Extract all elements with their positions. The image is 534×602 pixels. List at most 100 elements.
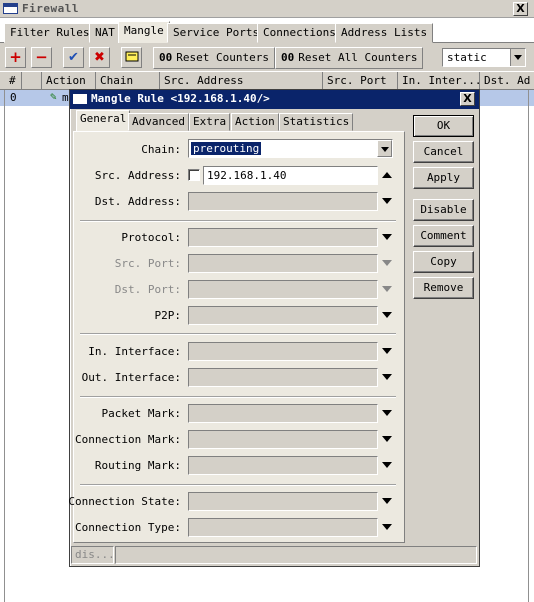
- tab-filter-rules[interactable]: Filter Rules: [4, 23, 96, 43]
- src-address-label: Src. Address:: [94, 169, 181, 182]
- status-text: dis...: [71, 546, 115, 564]
- dialog-status-bar: dis...: [71, 546, 478, 565]
- filter-select-value: static: [447, 51, 487, 64]
- connection-state-field[interactable]: [188, 492, 378, 511]
- tab-connections[interactable]: Connections: [257, 23, 342, 43]
- connection-type-field[interactable]: [188, 518, 378, 537]
- tab-action[interactable]: Action: [231, 113, 279, 131]
- protocol-label: Protocol:: [121, 231, 181, 244]
- reset-counters-button[interactable]: 00 Reset Counters: [153, 47, 275, 69]
- tab-statistics[interactable]: Statistics: [279, 113, 354, 131]
- dst-address-field[interactable]: [188, 192, 378, 211]
- routing-mark-expand-icon[interactable]: [382, 462, 392, 468]
- tab-extra[interactable]: Extra: [189, 113, 231, 131]
- packet-mark-label: Packet Mark:: [101, 407, 181, 420]
- ok-button[interactable]: OK: [413, 115, 474, 137]
- chevron-down-icon[interactable]: [510, 49, 525, 66]
- src-address-not-checkbox[interactable]: [188, 169, 200, 181]
- col-chain[interactable]: Chain: [96, 72, 160, 90]
- src-address-collapse-icon[interactable]: [382, 172, 392, 178]
- src-address-input[interactable]: 192.168.1.40: [203, 166, 378, 185]
- routing-mark-field[interactable]: [188, 456, 378, 475]
- in-interface-field[interactable]: [188, 342, 378, 361]
- tab-address-lists[interactable]: Address Lists: [335, 23, 434, 43]
- remove-icon[interactable]: −: [31, 47, 52, 68]
- counter-all-icon: 00: [281, 51, 295, 64]
- comment-button[interactable]: Comment: [413, 225, 474, 247]
- out-interface-label: Out. Interface:: [81, 371, 181, 384]
- dst-port-label: Dst. Port:: [114, 283, 181, 296]
- out-interface-expand-icon[interactable]: [382, 374, 392, 380]
- src-port-field: [188, 254, 378, 273]
- grid-left-border: [4, 90, 5, 602]
- connection-type-label: Connection Type:: [75, 521, 181, 534]
- enable-icon[interactable]: ✔: [63, 47, 84, 68]
- dst-address-expand-icon[interactable]: [382, 198, 392, 204]
- add-icon[interactable]: +: [5, 47, 26, 68]
- section-divider: [80, 220, 396, 222]
- connection-mark-expand-icon[interactable]: [382, 436, 392, 442]
- col-action[interactable]: Action: [42, 72, 96, 90]
- dialog-title-bar[interactable]: Mangle Rule <192.168.1.40/> X: [70, 90, 479, 109]
- connection-mark-field[interactable]: [188, 430, 378, 449]
- tab-mangle[interactable]: Mangle: [118, 21, 170, 44]
- in-interface-expand-icon[interactable]: [382, 348, 392, 354]
- chain-label: Chain:: [141, 143, 181, 156]
- protocol-expand-icon[interactable]: [382, 234, 392, 240]
- connection-mark-label: Connection Mark:: [75, 433, 181, 446]
- section-divider: [80, 484, 396, 486]
- counter-icon: 00: [159, 51, 173, 64]
- filter-select[interactable]: static: [442, 48, 526, 67]
- apply-button[interactable]: Apply: [413, 167, 474, 189]
- disable-icon[interactable]: ✖: [89, 47, 110, 68]
- grid-right-border: [528, 90, 529, 602]
- remove-button[interactable]: Remove: [413, 277, 474, 299]
- chain-chevron-down-icon[interactable]: [377, 140, 392, 157]
- col-src-port[interactable]: Src. Port: [323, 72, 398, 90]
- in-interface-label: In. Interface:: [88, 345, 181, 358]
- reset-counters-label: Reset Counters: [176, 51, 269, 64]
- disable-button[interactable]: Disable: [413, 199, 474, 221]
- chain-value: prerouting: [191, 142, 262, 155]
- reset-all-counters-button[interactable]: 00 Reset All Counters: [275, 47, 424, 69]
- connection-state-label: Connection State:: [68, 495, 181, 508]
- col-number[interactable]: #: [5, 72, 22, 90]
- row-number: 0: [10, 91, 17, 104]
- packet-mark-expand-icon[interactable]: [382, 410, 392, 416]
- tab-advanced[interactable]: Advanced: [128, 113, 189, 131]
- copy-button[interactable]: Copy: [413, 251, 474, 273]
- packet-mark-field[interactable]: [188, 404, 378, 423]
- firewall-close-button[interactable]: X: [513, 2, 528, 16]
- dst-port-field: [188, 280, 378, 299]
- tab-general[interactable]: General: [76, 110, 131, 132]
- firewall-title-bar: Firewall X: [0, 0, 534, 18]
- tab-nat[interactable]: NAT: [89, 23, 121, 43]
- comment-icon[interactable]: [121, 47, 142, 68]
- connection-state-expand-icon[interactable]: [382, 498, 392, 504]
- dst-port-expand-icon: [382, 286, 392, 292]
- col-dst-address[interactable]: Dst. Ad: [480, 72, 534, 90]
- col-src-address[interactable]: Src. Address: [160, 72, 323, 90]
- p2p-expand-icon[interactable]: [382, 312, 392, 318]
- cancel-button[interactable]: Cancel: [413, 141, 474, 163]
- connection-type-expand-icon[interactable]: [382, 524, 392, 530]
- chain-select[interactable]: prerouting: [188, 139, 393, 158]
- status-panel: [115, 546, 477, 564]
- dialog-close-button[interactable]: X: [460, 92, 475, 106]
- mangle-grid-header: # Action Chain Src. Address Src. Port In…: [0, 72, 534, 90]
- window-icon: [3, 3, 18, 14]
- protocol-field[interactable]: [188, 228, 378, 247]
- pencil-icon: ✎: [50, 90, 57, 103]
- src-port-expand-icon: [382, 260, 392, 266]
- src-port-label: Src. Port:: [114, 257, 181, 270]
- out-interface-field[interactable]: [188, 368, 378, 387]
- dialog-title: Mangle Rule <192.168.1.40/>: [91, 92, 270, 105]
- dialog-window-icon: [73, 94, 87, 104]
- tab-service-ports[interactable]: Service Ports: [167, 23, 266, 43]
- p2p-field[interactable]: [188, 306, 378, 325]
- col-in-interface[interactable]: In. Inter...: [398, 72, 480, 90]
- col-flags[interactable]: [22, 72, 42, 90]
- section-divider: [80, 333, 396, 335]
- comment-note-icon: [125, 51, 138, 62]
- chain-arrow-glyph: [378, 141, 391, 156]
